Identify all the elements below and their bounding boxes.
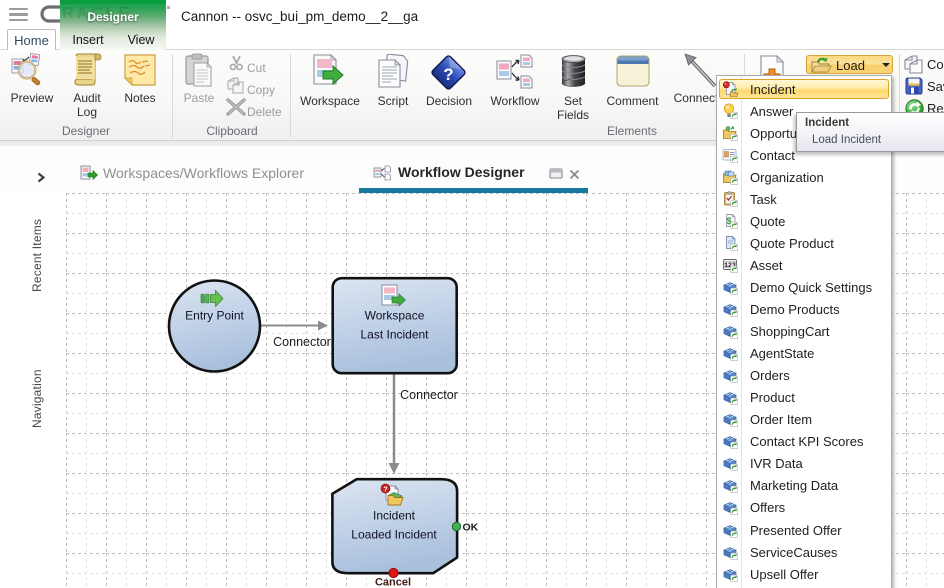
svg-text:Connector: Connector — [273, 335, 331, 349]
svg-text:OK: OK — [463, 522, 479, 534]
svg-text:Entry Point: Entry Point — [185, 309, 244, 323]
svg-text:Loaded Incident: Loaded Incident — [351, 528, 437, 542]
svg-text:Cancel: Cancel — [375, 577, 411, 588]
svg-text:Last Incident: Last Incident — [360, 328, 429, 342]
svg-text:Connector: Connector — [400, 388, 458, 402]
svg-text:?: ? — [443, 65, 453, 84]
svg-text:?: ? — [383, 485, 388, 494]
svg-text:Incident: Incident — [373, 509, 416, 523]
svg-text:Workspace: Workspace — [365, 309, 425, 323]
